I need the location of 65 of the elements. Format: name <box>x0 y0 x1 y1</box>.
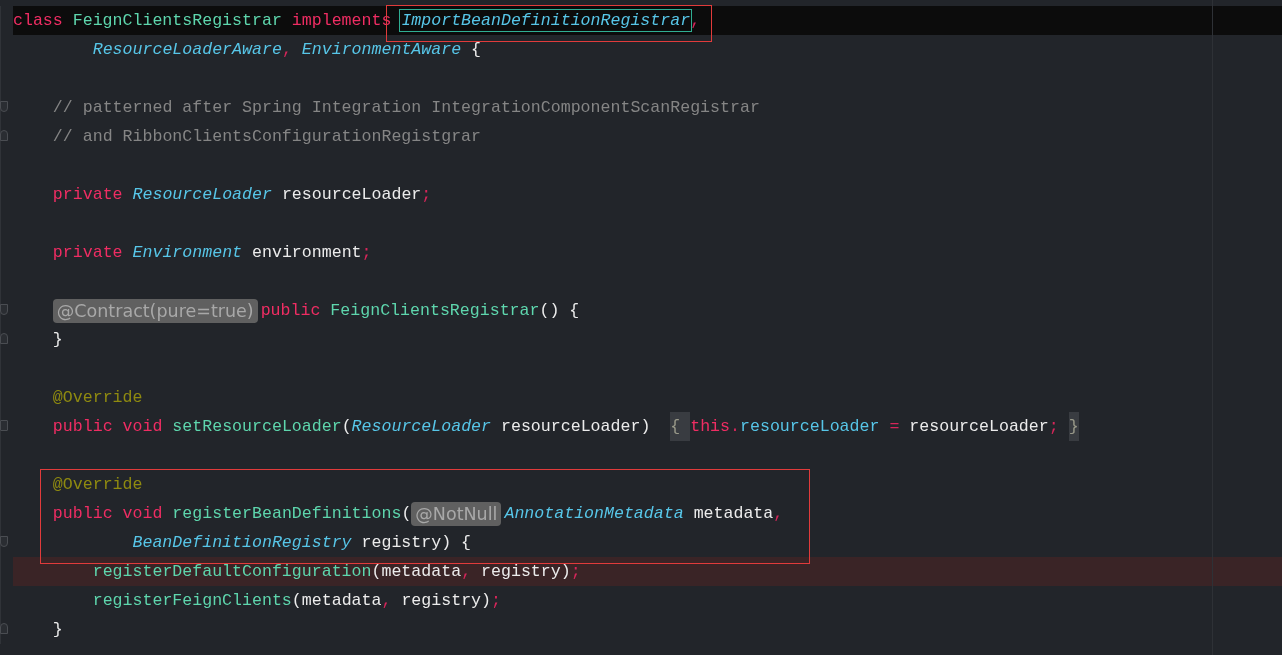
class-name: FeignClientsRegistrar <box>72 11 283 30</box>
code-text: registry) { <box>361 533 472 552</box>
fold-start-icon[interactable] <box>0 101 8 112</box>
punctuation: , <box>773 504 784 523</box>
code-text: (metadata <box>371 562 462 581</box>
method-name: registerDefaultConfiguration <box>92 562 372 581</box>
keyword: class <box>13 11 64 30</box>
inlay-hint: @NotNull <box>411 501 502 526</box>
punctuation: ; <box>491 591 501 610</box>
type-name: ResourceLoader <box>351 417 493 436</box>
method-name: registerFeignClients <box>92 591 292 610</box>
method-name: FeignClientsRegistrar <box>330 301 540 320</box>
punctuation: , <box>690 11 701 30</box>
annotation: @Override <box>52 388 143 407</box>
field-name: resourceLoader <box>740 417 881 436</box>
keyword: private <box>52 185 124 204</box>
code-text: { <box>471 40 482 59</box>
punctuation: ; <box>1048 417 1059 436</box>
type-name: AnnotationMetadata <box>504 504 685 523</box>
fold-end-icon[interactable] <box>0 130 8 141</box>
punctuation: , <box>281 40 293 59</box>
keyword: private <box>52 243 124 262</box>
punctuation: ; <box>570 562 581 581</box>
keyword: public void <box>52 504 164 523</box>
keyword: public void <box>52 417 164 436</box>
code-text: ( <box>401 504 412 523</box>
code-text: () { <box>539 301 580 320</box>
keyword: public <box>260 301 322 320</box>
code-comment: // patterned after Spring Integration IntegrationComponentScanRegistrar <box>52 98 760 117</box>
punctuation: ; <box>361 243 372 262</box>
code-text: } <box>52 330 63 349</box>
type-name: ResourceLoaderAware <box>92 40 282 59</box>
annotation: @Override <box>52 475 143 494</box>
punctuation: , <box>461 562 473 581</box>
punctuation: = <box>889 417 901 436</box>
code-text: registry) <box>401 591 491 610</box>
folded-code[interactable]: } <box>1068 412 1079 441</box>
type-name: BeanDefinitionRegistry <box>132 533 353 552</box>
type-name: Environment <box>132 243 244 262</box>
fold-end-icon[interactable] <box>0 623 8 634</box>
inlay-hint: @Contract(pure=true) <box>52 298 258 323</box>
punctuation: . <box>730 417 740 436</box>
code-text: resourceLoader <box>909 417 1049 436</box>
method-name: registerBeanDefinitions <box>172 504 402 523</box>
method-name: setResourceLoader <box>172 417 342 436</box>
folded-code[interactable]: { <box>670 412 691 441</box>
fold-start-icon[interactable] <box>0 536 8 547</box>
fold-start-icon[interactable] <box>0 304 8 315</box>
punctuation: ; <box>421 185 432 204</box>
code-text: resourceLoader <box>281 185 422 204</box>
code-text: } <box>52 620 63 639</box>
code-text: metadata <box>693 504 774 523</box>
fold-end-icon[interactable] <box>0 333 8 344</box>
keyword: this <box>690 417 731 436</box>
fold-expand-icon[interactable] <box>0 420 8 431</box>
punctuation: , <box>381 591 393 610</box>
type-name: EnvironmentAware <box>301 40 463 59</box>
code-text: environment <box>252 243 362 262</box>
code-text: registry) <box>481 562 571 581</box>
code-text: (metadata <box>291 591 382 610</box>
type-name: ResourceLoader <box>132 185 273 204</box>
code-text: ( <box>341 417 352 436</box>
code-comment: // and RibbonClientsConfigurationRegistgrar <box>52 127 482 146</box>
type-name: ImportBeanDefinitionRegistrar <box>401 11 691 30</box>
code-text: resourceLoader) <box>501 417 652 436</box>
